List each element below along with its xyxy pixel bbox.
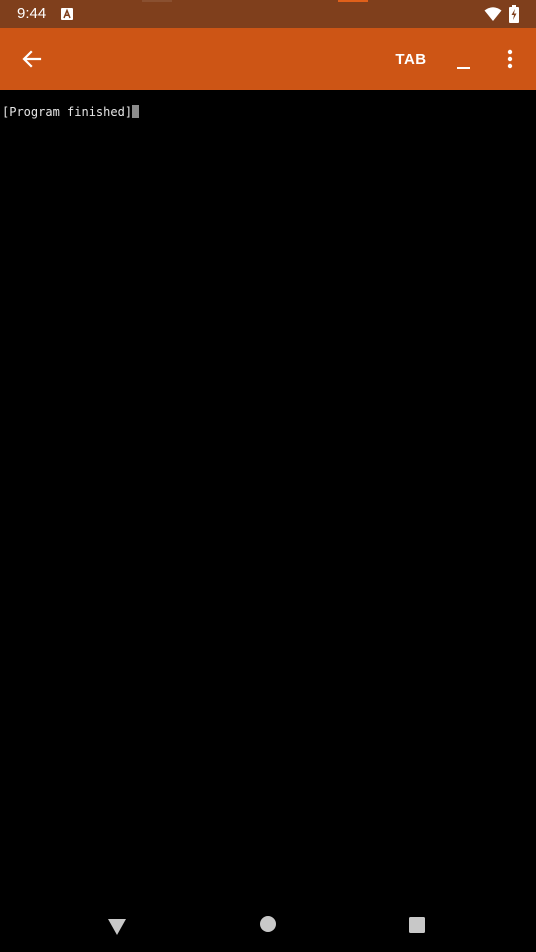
more-options-button[interactable] bbox=[494, 41, 526, 77]
terminal-view[interactable]: [Program finished] bbox=[0, 90, 536, 900]
nav-home-icon[interactable] bbox=[258, 914, 278, 934]
minimize-button[interactable] bbox=[446, 41, 482, 77]
navigation-bar bbox=[0, 900, 536, 952]
status-bar: 9:44 bbox=[0, 0, 536, 28]
terminal-output-line: [Program finished] bbox=[2, 104, 140, 120]
terminal-output-text: [Program finished] bbox=[2, 105, 133, 119]
arrow-left-icon bbox=[22, 50, 42, 68]
status-accent-left bbox=[142, 0, 172, 2]
nav-recents-icon[interactable] bbox=[408, 916, 426, 934]
terminal-cursor bbox=[132, 105, 140, 118]
termux-screen: 9:44 TAB [Program finished] bbox=[0, 0, 536, 952]
wifi-icon bbox=[484, 7, 502, 21]
more-vertical-icon bbox=[507, 49, 513, 69]
battery-charging-icon bbox=[509, 5, 519, 23]
text-input-icon bbox=[61, 8, 73, 20]
tab-key-button[interactable]: TAB bbox=[386, 41, 436, 77]
status-time: 9:44 bbox=[17, 5, 47, 22]
status-accent-right bbox=[338, 0, 368, 2]
app-bar: TAB bbox=[0, 28, 536, 90]
back-button[interactable] bbox=[14, 41, 50, 77]
minimize-icon bbox=[457, 67, 470, 69]
nav-back-icon[interactable] bbox=[106, 914, 128, 936]
